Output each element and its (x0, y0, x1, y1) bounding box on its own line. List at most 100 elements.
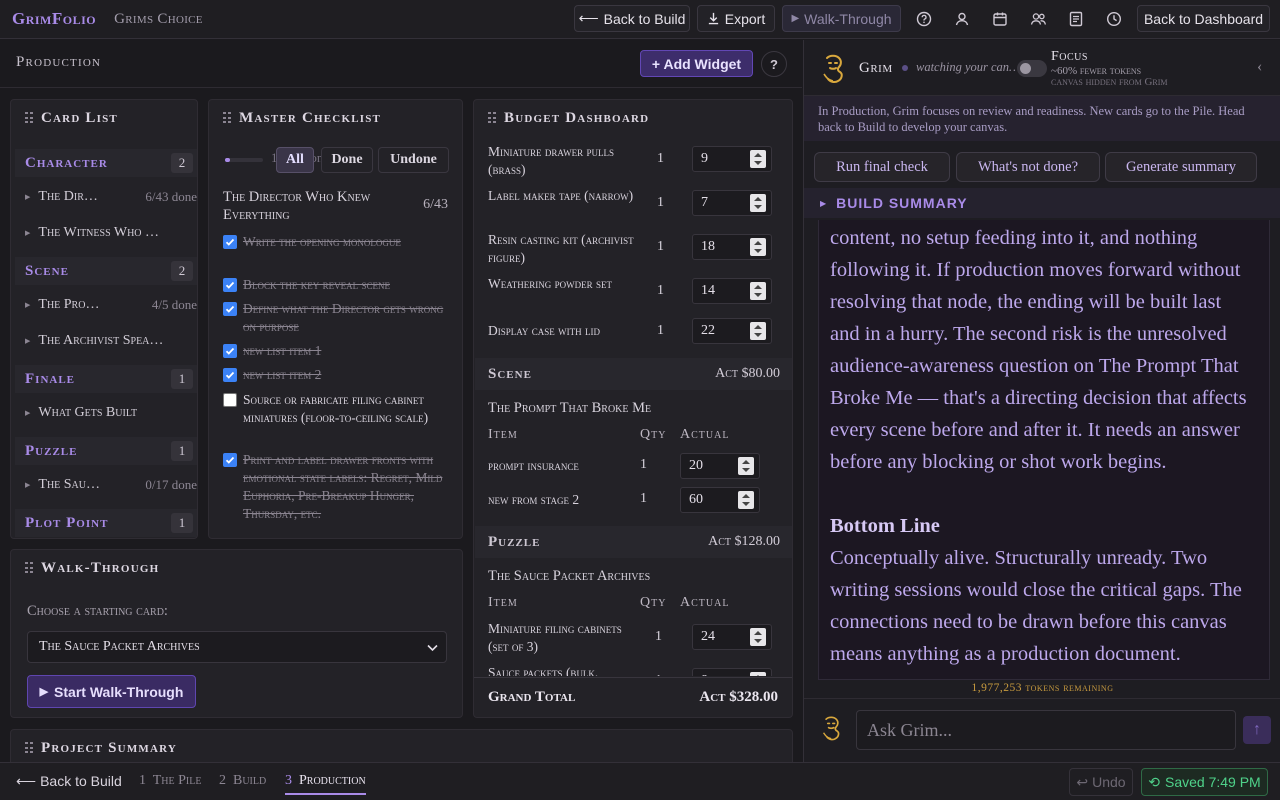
step-the-pile[interactable]: 1 The Pile (139, 773, 201, 789)
choose-card-label: Choose a starting card: (27, 603, 168, 619)
checkbox-checked[interactable] (223, 235, 237, 249)
checkbox-checked[interactable] (223, 302, 237, 316)
filter-all[interactable]: All (276, 147, 314, 173)
add-widget-button[interactable]: + Add Widget (640, 50, 753, 77)
budget-item-name: prompt insurance (488, 458, 579, 473)
spinner-icon[interactable] (750, 282, 766, 300)
card-item[interactable]: ▶ The Pro… 4/5 done (25, 291, 197, 319)
drag-handle-icon[interactable] (25, 742, 33, 754)
undo-button[interactable]: ↩ Undo (1069, 768, 1133, 796)
saved-label: Saved 7:49 PM (1165, 774, 1261, 790)
checklist-item[interactable]: Define what the Director gets wrong on p… (223, 300, 449, 336)
checkbox-checked[interactable] (223, 453, 237, 467)
drag-handle-icon[interactable] (488, 112, 496, 124)
back-to-build-link[interactable]: ⟵ Back to Build (16, 773, 122, 790)
actual-input[interactable]: 18 (692, 234, 772, 260)
spinner-icon[interactable] (738, 457, 754, 475)
checkbox-unchecked[interactable] (223, 393, 237, 407)
filter-undone[interactable]: Undone (378, 147, 449, 173)
brand-logo[interactable]: GrimFolio (12, 9, 96, 29)
card-item[interactable]: ▶ What Gets Built (25, 399, 197, 427)
project-summary-header[interactable]: Project Summary (11, 730, 792, 762)
collapse-panel-icon[interactable]: ‹ (1257, 58, 1262, 76)
generate-summary-button[interactable]: Generate summary (1105, 152, 1257, 182)
budget-section-scene[interactable]: Scene Act $80.00 (475, 358, 792, 390)
back-to-build-label: Back to Build (603, 10, 686, 27)
actual-input[interactable]: 14 (692, 278, 772, 304)
history-icon[interactable] (1100, 5, 1128, 32)
spinner-icon[interactable] (750, 194, 766, 212)
user-icon[interactable] (948, 5, 976, 32)
card-item[interactable]: ▶ The Witness Who … (25, 219, 197, 247)
spinner-icon[interactable] (750, 150, 766, 168)
build-summary-toggle[interactable]: ▶ Build Summary (804, 188, 1280, 218)
back-to-dashboard-button[interactable]: Back to Dashboard (1137, 5, 1270, 32)
whats-not-done-button[interactable]: What's not done? (956, 152, 1100, 182)
category-plot-point[interactable]: Plot Point 1 (15, 509, 197, 537)
calendar-icon[interactable] (986, 5, 1014, 32)
checklist-item[interactable]: new list item 1 (223, 342, 449, 360)
budget-scroll-area[interactable]: Miniature drawer pulls (brass) 1 9 Label… (474, 136, 792, 676)
actual-input[interactable]: 22 (692, 318, 772, 344)
card-item[interactable]: ▶ The Dir… 6/43 done (25, 183, 197, 211)
start-walkthrough-button[interactable]: ▶ Start Walk-Through (27, 675, 196, 708)
master-checklist-widget: Master Checklist 10/69 done (14%) All Do… (208, 99, 463, 539)
spinner-icon[interactable] (750, 322, 766, 340)
project-summary-widget: Project Summary (10, 729, 793, 762)
checklist-item[interactable]: Block the key reveal scene (223, 276, 449, 294)
category-name: Scene (25, 262, 69, 279)
spinner-icon[interactable] (738, 491, 754, 509)
checkbox-checked[interactable] (223, 278, 237, 292)
actual-input[interactable]: 9 (692, 146, 772, 172)
checklist-item[interactable]: new list item 2 (223, 366, 449, 384)
walkthrough-button[interactable]: ▶ Walk-Through (782, 5, 901, 32)
category-character[interactable]: Character 2 (15, 149, 197, 177)
users-icon[interactable] (1024, 5, 1052, 32)
budget-item: Display case with lid 1 22 (488, 318, 788, 352)
actual-input[interactable]: 24 (692, 624, 772, 650)
category-finale[interactable]: Finale 1 (15, 365, 197, 393)
spinner-icon[interactable] (750, 672, 766, 676)
export-button[interactable]: Export (697, 5, 775, 32)
checklist-item[interactable]: Source or fabricate filing cabinet minia… (223, 391, 449, 427)
card-item[interactable]: ▶ The Sau… 0/17 done (25, 471, 197, 499)
checklist-item-text: Write the opening monologue (243, 234, 401, 249)
card-name: The Witness Who … (38, 225, 160, 240)
drag-handle-icon[interactable] (25, 112, 33, 124)
walkthrough-header[interactable]: Walk-Through (11, 550, 462, 586)
step-production[interactable]: 3 Production (285, 773, 366, 795)
notes-icon[interactable] (1062, 5, 1090, 32)
back-to-dashboard-label: Back to Dashboard (1143, 10, 1264, 27)
starting-card-select[interactable]: The Sauce Packet Archives (27, 631, 447, 663)
checklist-item[interactable]: Print and label drawer fronts with emoti… (223, 451, 449, 523)
spinner-icon[interactable] (750, 238, 766, 256)
send-button[interactable]: ↑ (1243, 716, 1271, 744)
actual-input[interactable]: 60 (680, 487, 760, 513)
budget-item-name: Label maker tape (narrow) (488, 188, 634, 203)
checklist-header[interactable]: Master Checklist (209, 100, 462, 136)
actual-input[interactable]: 8 (692, 668, 772, 676)
help-icon[interactable] (910, 5, 938, 32)
widget-help-button[interactable]: ? (761, 51, 787, 77)
run-final-check-button[interactable]: Run final check (814, 152, 950, 182)
checkbox-checked[interactable] (223, 344, 237, 358)
budget-header[interactable]: Budget Dashboard (474, 100, 792, 136)
filter-done[interactable]: Done (321, 147, 373, 173)
category-scene[interactable]: Scene 2 (15, 257, 197, 285)
card-list-header[interactable]: Card List (11, 100, 197, 136)
drag-handle-icon[interactable] (25, 562, 33, 574)
step-build[interactable]: 2 Build (219, 773, 266, 789)
actual-input[interactable]: 7 (692, 190, 772, 216)
ask-grim-input[interactable]: Ask Grim... (856, 710, 1236, 750)
widget-title: Project Summary (41, 739, 178, 756)
spinner-icon[interactable] (750, 628, 766, 646)
card-item[interactable]: ▶ The Archivist Spea… (25, 327, 197, 355)
focus-toggle[interactable] (1017, 60, 1047, 77)
budget-section-puzzle[interactable]: Puzzle Act $128.00 (475, 526, 792, 558)
checkbox-checked[interactable] (223, 368, 237, 382)
checklist-item[interactable]: Write the opening monologue (223, 233, 449, 251)
back-to-build-button[interactable]: ⟵ Back to Build (574, 5, 690, 32)
actual-input[interactable]: 20 (680, 453, 760, 479)
drag-handle-icon[interactable] (223, 112, 231, 124)
category-puzzle[interactable]: Puzzle 1 (15, 437, 197, 465)
